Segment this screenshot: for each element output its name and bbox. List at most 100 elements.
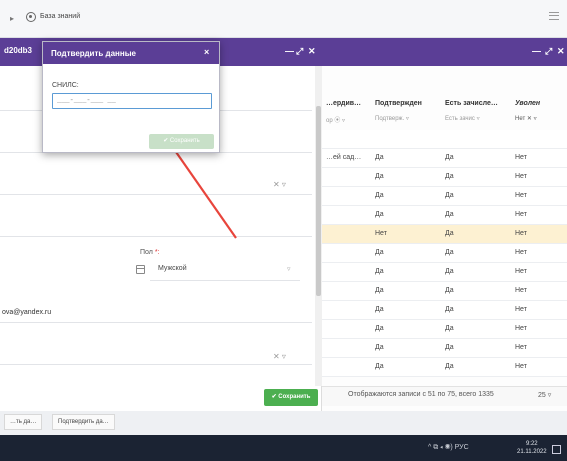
knowledge-base-link[interactable]: База знаний [40,13,80,20]
table-row[interactable]: Да Да Нет [322,282,567,301]
notifications-icon[interactable] [552,445,561,454]
maximize-icon[interactable]: ⤢ [545,46,552,57]
table-row[interactable]: Нет Да Нет [322,225,567,244]
table-cell: Нет [515,287,527,294]
table-cell: Нет [515,344,527,351]
table-cell: Нет [515,325,527,332]
form-field-divider [0,194,312,195]
os-taskbar [0,435,567,461]
save-button[interactable]: ✔ Сохранить [264,389,318,406]
table-cell: Да [375,306,384,313]
scrollbar-thumb[interactable] [316,106,321,296]
table-cell: Да [375,211,384,218]
column-filter[interactable]: Нет ✕ ▿ [515,115,537,122]
table-cell: Нет [515,268,527,275]
table-row[interactable]: …ей сад… Да Да Нет [322,149,567,168]
column-header[interactable]: Уволен [515,100,540,107]
table-row[interactable]: Да Да Нет [322,187,567,206]
column-header[interactable]: Подтвержден [375,100,422,107]
minimize-icon[interactable]: — [532,46,541,56]
table-cell: Нет [375,230,387,237]
table-cell: Да [445,306,454,313]
page-size-select[interactable]: 25 ▿ [538,391,551,399]
table-row[interactable]: Да Да Нет [322,339,567,358]
confirm-data-dialog: Подтвердить данные × СНИЛС: ___-___-___ … [42,41,220,153]
table-cell: Нет [515,249,527,256]
table-cell: Да [445,154,454,161]
column-header[interactable]: Есть зачисле… [445,100,498,107]
gender-select[interactable]: Мужской [158,265,187,272]
close-icon[interactable]: × [204,47,209,57]
form-scrollbar[interactable] [315,66,322,386]
table-cell: Да [375,173,384,180]
table-cell: Да [375,287,384,294]
dialog-title: Подтвердить данные [51,49,137,58]
table-header: …ердив… Подтвержден Есть зачисле… Уволен… [322,90,567,130]
clear-select-icon[interactable]: ✕ ▿ [273,180,286,189]
table-cell: Нет [515,192,527,199]
gender-label: Пол *: [140,249,160,256]
close-icon[interactable]: ✕ [557,46,565,57]
table-cell: Да [375,192,384,199]
clock-date: 21.11.2022 [517,449,547,455]
table-cell: Да [445,344,454,351]
snils-input[interactable]: ___-___-___ __ [52,93,212,109]
column-filter[interactable]: ор ⦿ ▿ [326,115,345,124]
table-row[interactable]: Да Да Нет [322,263,567,282]
table-cell: …ей сад… [326,154,362,161]
table-row[interactable]: Да Да Нет [322,358,567,377]
table-cell: Да [375,344,384,351]
table-cell: Да [445,230,454,237]
form-field-divider [0,236,312,237]
table-row[interactable]: Да Да Нет [322,320,567,339]
form-minimize-icon[interactable]: — [285,46,294,56]
table-row[interactable]: Да Да Нет [322,206,567,225]
table-cell: Нет [515,173,527,180]
table-cell: Да [445,192,454,199]
form-close-icon[interactable]: ✕ [308,46,316,57]
menu-icon[interactable] [549,12,559,20]
table-cell: Да [445,325,454,332]
chevron-left-icon[interactable]: ▸ [10,14,14,23]
task-tab[interactable]: …ть да… [4,414,43,430]
knowledge-base-icon[interactable] [26,12,36,22]
dialog-header: Подтвердить данные × [43,42,219,64]
clock[interactable]: 9:22 21.11.2022 [517,440,547,456]
table-cell: Да [375,249,384,256]
table-cell: Нет [515,306,527,313]
table-cell: Да [445,211,454,218]
table-cell: Нет [515,363,527,370]
main-window-title: d20db3 [4,46,33,55]
chevron-down-icon[interactable]: ▿ [287,265,291,273]
table-cell: Да [445,363,454,370]
table-cell: Да [445,287,454,294]
email-value[interactable]: ova@yandex.ru [2,309,51,316]
gender-field-underline [150,280,300,281]
table-cell: Нет [515,230,527,237]
table-cell: Да [445,268,454,275]
table-cell: Да [375,154,384,161]
table-cell: Да [375,325,384,332]
column-filter[interactable]: Подтверж. ▿ [375,115,409,122]
clear-select-icon[interactable]: ✕ ▿ [273,352,286,361]
system-tray[interactable]: ^ ⧉ ◂ ◉) РУС [428,444,469,452]
dialog-save-button[interactable]: ✔ Сохранить [149,134,214,149]
clock-time: 9:22 [525,441,538,447]
table-cell: Да [375,268,384,275]
table-cell: Да [445,249,454,256]
form-field-divider [0,322,312,323]
table-row[interactable]: Да Да Нет [322,301,567,320]
table-cell: Да [375,363,384,370]
table-row[interactable]: Да Да Нет [322,244,567,263]
task-tab[interactable]: Подтвердить да… [52,414,115,430]
table-row[interactable]: Да Да Нет [322,168,567,187]
calendar-icon[interactable] [136,265,145,274]
column-filter[interactable]: Есть зачис ▿ [445,115,480,122]
snils-label: СНИЛС: [52,82,79,89]
column-header[interactable]: …ердив… [326,100,361,107]
table-cell: Нет [515,154,527,161]
form-maximize-icon[interactable]: ⤢ [296,46,303,57]
table-row[interactable] [322,130,567,149]
table-cell: Да [445,173,454,180]
pagination-info: Отображаются записи с 51 по 75, всего 13… [348,391,494,398]
